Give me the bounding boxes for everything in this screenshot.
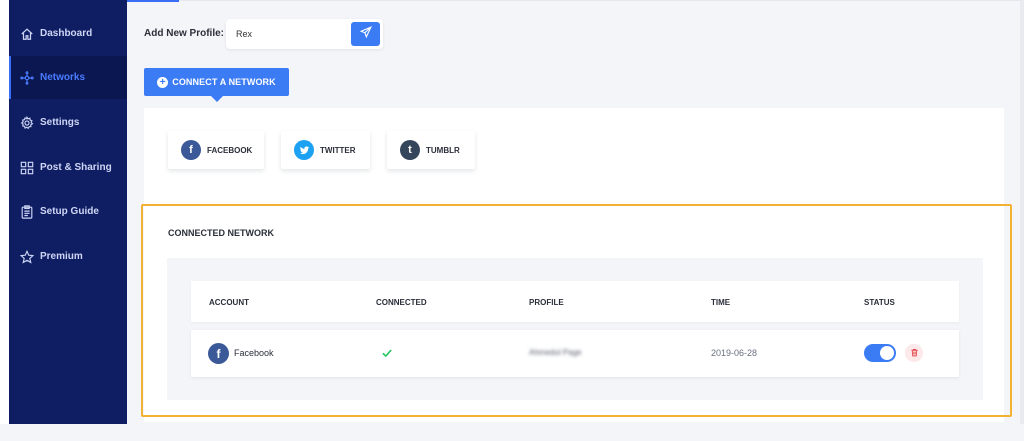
dropdown-caret: [211, 96, 223, 102]
network-card-facebook[interactable]: f FACEBOOK: [168, 131, 264, 169]
network-icon: [20, 70, 34, 85]
column-header-status: STATUS: [864, 298, 895, 307]
column-header-profile: PROFILE: [529, 298, 564, 307]
star-icon: [20, 249, 34, 264]
home-icon: [20, 27, 34, 41]
column-header-connected: CONNECTED: [376, 298, 427, 307]
layout-icon: [20, 161, 34, 175]
toggle-knob: [880, 346, 894, 360]
connect-network-label: CONNECT A NETWORK: [172, 77, 276, 87]
network-card-twitter[interactable]: TWITTER: [281, 131, 370, 169]
sidebar-item-settings[interactable]: Settings: [9, 101, 127, 144]
sidebar-item-label: Premium: [40, 251, 83, 262]
sidebar-item-networks[interactable]: Networks: [9, 56, 127, 99]
sidebar-item-label: Settings: [40, 117, 80, 128]
sidebar-item-premium[interactable]: Premium: [9, 235, 127, 278]
table-row: f Facebook Ahmedul Page 2019-06-28: [191, 330, 959, 377]
delete-button[interactable]: [905, 344, 923, 362]
column-header-time: TIME: [711, 298, 731, 307]
top-accent-bar: [127, 0, 179, 2]
account-name: Facebook: [234, 348, 274, 358]
add-profile-label: Add New Profile:: [144, 28, 225, 39]
clipboard-icon: [20, 204, 34, 219]
send-profile-button[interactable]: [351, 22, 380, 46]
connected-table-container: [167, 258, 983, 400]
sidebar-item-label: Post & Sharing: [40, 162, 112, 173]
twitter-icon: [294, 140, 314, 160]
network-card-label: TUMBLR: [426, 145, 460, 155]
table-header-row: ACCOUNT CONNECTED PROFILE TIME STATUS: [191, 281, 959, 322]
facebook-icon: f: [208, 343, 229, 364]
sidebar-item-label: Setup Guide: [40, 206, 99, 217]
sidebar-item-post-sharing[interactable]: Post & Sharing: [9, 146, 127, 189]
checkmark-icon: [381, 346, 393, 364]
plus-circle-icon: +: [157, 76, 169, 88]
connected-network-title: CONNECTED NETWORK: [168, 228, 274, 238]
sidebar-item-dashboard[interactable]: Dashboard: [9, 12, 127, 55]
bottom-strip: [0, 424, 1024, 441]
paper-plane-icon: [359, 25, 372, 43]
right-edge: [1020, 0, 1024, 441]
connect-network-button[interactable]: + CONNECT A NETWORK: [144, 68, 289, 96]
gear-icon: [20, 115, 34, 130]
status-toggle[interactable]: [864, 344, 896, 362]
sidebar-item-label: Networks: [40, 72, 86, 83]
trash-icon: [910, 344, 919, 362]
column-header-account: ACCOUNT: [209, 298, 249, 307]
network-card-label: TWITTER: [320, 145, 356, 155]
add-profile-box: [226, 19, 383, 49]
network-card-tumblr[interactable]: t TUMBLR: [387, 131, 475, 169]
top-divider: [127, 0, 1024, 1]
connected-time: 2019-06-28: [711, 348, 758, 358]
sidebar-item-label: Dashboard: [40, 28, 93, 39]
profile-name: Ahmedul Page: [529, 348, 582, 357]
sidebar: Dashboard Networks Settings Post & Shari…: [9, 0, 127, 424]
network-card-label: FACEBOOK: [207, 145, 253, 155]
profile-name-input[interactable]: [236, 27, 346, 41]
tumblr-icon: t: [400, 140, 420, 160]
sidebar-item-setup-guide[interactable]: Setup Guide: [9, 190, 127, 233]
facebook-icon: f: [181, 140, 201, 160]
